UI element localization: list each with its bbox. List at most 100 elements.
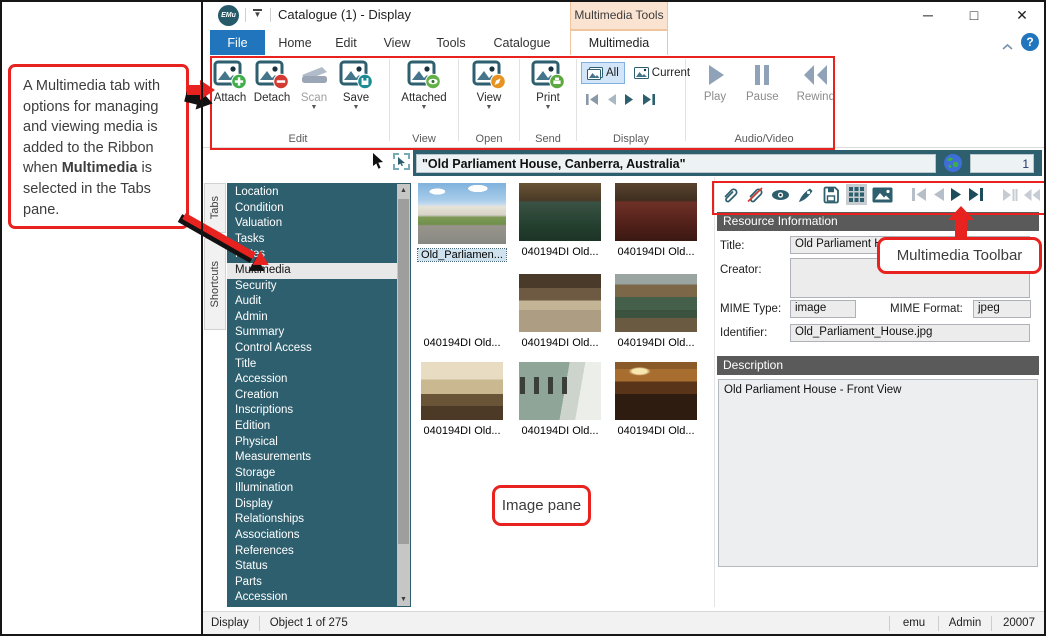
display-all-button[interactable]: All (581, 62, 625, 84)
sidebar-item-references[interactable]: References (227, 544, 403, 560)
help-icon[interactable]: ? (1021, 33, 1039, 51)
sidebar-item-parts[interactable]: Parts (227, 575, 403, 591)
single-image-view-icon[interactable] (872, 186, 893, 204)
thumbnail-label[interactable]: 040194DI Old... (420, 337, 503, 349)
thumbnail-cell[interactable]: 040194DI Old... (611, 362, 701, 437)
quick-access-customize-icon[interactable]: ▼ (252, 9, 263, 21)
emu-logo-icon[interactable]: EMu (218, 5, 239, 26)
thumbnail-label[interactable]: 040194DI Old... (614, 425, 697, 437)
sidebar-item-status[interactable]: Status (227, 559, 403, 575)
sidebar-item-physical[interactable]: Physical (227, 435, 403, 451)
globe-icon[interactable] (943, 153, 963, 173)
sidebar-item-summary[interactable]: Summary (227, 325, 403, 341)
tab-multimedia-active[interactable]: Multimedia (570, 30, 668, 55)
first-media-icon[interactable] (911, 187, 927, 202)
description-field[interactable]: Old Parliament House - Front View (718, 379, 1038, 567)
previous-media-icon[interactable] (932, 187, 945, 202)
attach-paperclip-icon[interactable] (720, 185, 740, 205)
thumbnail-cell[interactable]: Old_Parliamen... (415, 183, 509, 261)
thumbnail-image-front-view[interactable] (418, 183, 506, 244)
contextual-tab-multimedia-tools[interactable]: Multimedia Tools (570, 0, 668, 30)
thumbnail-label[interactable]: 040194DI Old... (614, 337, 697, 349)
collapse-ribbon-icon[interactable] (1002, 38, 1013, 56)
detach-button[interactable]: Detach (251, 55, 293, 104)
thumbnail-label[interactable]: 040194DI Old... (420, 425, 503, 437)
sidebar-item-security[interactable]: Security (227, 279, 403, 295)
thumbnail-image-committee-room[interactable] (615, 274, 697, 332)
next-record-icon[interactable] (624, 93, 635, 106)
save-dropdown-icon[interactable]: ▼ (353, 105, 360, 111)
sidebar-item-measurements[interactable]: Measurements (227, 450, 403, 466)
save-button[interactable]: Save ▼ (335, 55, 377, 111)
sidebar-item-accession[interactable]: Accession (227, 372, 403, 388)
thumbnail-image-gallery[interactable] (519, 362, 601, 420)
thumbnail-image-green-chamber[interactable] (519, 183, 601, 241)
sidebar-item-title[interactable]: Title (227, 357, 403, 373)
sidebar-item-associations[interactable]: Associations (227, 528, 403, 544)
thumbnail-image-lobby[interactable] (519, 274, 601, 332)
thumbnail-label[interactable]: 040194DI Old... (518, 337, 601, 349)
rewind-button[interactable]: Rewind (797, 62, 835, 103)
sidebar-item-creation[interactable]: Creation (227, 388, 403, 404)
last-record-icon[interactable] (642, 93, 656, 106)
tab-home[interactable]: Home (273, 30, 317, 55)
maximize-button[interactable]: □ (959, 4, 989, 26)
tab-catalogue[interactable]: Catalogue (488, 30, 556, 55)
tab-edit[interactable]: Edit (326, 30, 366, 55)
thumbnail-cell[interactable]: 040194DI Old... (611, 274, 701, 349)
sidebar-item-display[interactable]: Display (227, 497, 403, 513)
play-pause-icon[interactable] (1002, 188, 1018, 202)
view-dropdown-icon[interactable]: ▼ (486, 105, 493, 111)
tab-tools[interactable]: Tools (428, 30, 474, 55)
sidebar-item-storage[interactable]: Storage (227, 466, 403, 482)
mime-type-field[interactable]: image (790, 300, 856, 318)
thumbnail-cell[interactable]: 040194DI Old... (415, 362, 509, 437)
record-count-field[interactable]: 1 (970, 154, 1034, 173)
tab-view[interactable]: View (376, 30, 418, 55)
display-current-button[interactable]: Current (628, 62, 696, 84)
detach-paperclip-slash-icon[interactable] (745, 185, 765, 205)
thumbnail-image-doorway[interactable] (421, 274, 503, 332)
sidebar-item-location[interactable]: Location (227, 185, 403, 201)
play-button[interactable]: Play (702, 62, 728, 103)
sidebar-scrollbar[interactable]: ▲ ▼ (397, 184, 410, 606)
thumbnail-cell[interactable]: 040194DI Old... (515, 274, 605, 349)
thumbnail-label[interactable]: 040194DI Old... (518, 425, 601, 437)
attached-dropdown-icon[interactable]: ▼ (421, 105, 428, 111)
identifier-field[interactable]: Old_Parliament_House.jpg (790, 324, 1030, 342)
rewind-media-icon[interactable] (1023, 188, 1041, 202)
last-media-icon[interactable] (968, 187, 984, 202)
scrollbar-thumb[interactable] (398, 199, 409, 544)
select-region-icon[interactable] (393, 153, 410, 170)
thumbnail-cell[interactable]: 040194DI Old... (611, 183, 701, 261)
scan-dropdown-icon[interactable]: ▼ (311, 105, 318, 111)
thumbnail-image-hall[interactable] (421, 362, 503, 420)
sidebar-item-control-access[interactable]: Control Access (227, 341, 403, 357)
view-eye-icon[interactable] (770, 185, 791, 205)
thumbnail-label-selected[interactable]: Old_Parliamen... (418, 249, 506, 261)
attached-button[interactable]: Attached ▼ (394, 55, 454, 111)
launch-rocket-icon[interactable] (796, 185, 816, 205)
next-media-icon[interactable] (950, 187, 963, 202)
sidebar-item-illumination[interactable]: Illumination (227, 481, 403, 497)
tab-file[interactable]: File (210, 30, 265, 55)
thumbnail-image-red-chamber[interactable] (615, 183, 697, 241)
thumbnail-cell[interactable]: 040194DI Old... (515, 183, 605, 261)
scroll-down-icon[interactable]: ▼ (397, 593, 410, 606)
sidebar-item-accession-2[interactable]: Accession (227, 590, 403, 606)
close-button[interactable]: ✕ (1007, 4, 1037, 26)
sidebar-item-relationships[interactable]: Relationships (227, 512, 403, 528)
thumbnail-cell[interactable]: 040194DI Old... (415, 274, 509, 349)
thumbnail-grid-view-button-active[interactable] (846, 184, 867, 205)
sidebar-item-audit[interactable]: Audit (227, 294, 403, 310)
sidebar-item-admin[interactable]: Admin (227, 310, 403, 326)
scroll-up-icon[interactable]: ▲ (397, 184, 410, 197)
previous-record-icon[interactable] (606, 93, 617, 106)
print-dropdown-icon[interactable]: ▼ (545, 105, 552, 111)
pointer-cursor-icon[interactable] (371, 152, 386, 170)
scan-button[interactable]: Scan ▼ (293, 55, 335, 111)
print-button[interactable]: Print ▼ (527, 55, 569, 111)
save-floppy-icon[interactable] (821, 185, 841, 205)
sidebar-item-edition[interactable]: Edition (227, 419, 403, 435)
minimize-button[interactable]: ─ (913, 4, 943, 26)
